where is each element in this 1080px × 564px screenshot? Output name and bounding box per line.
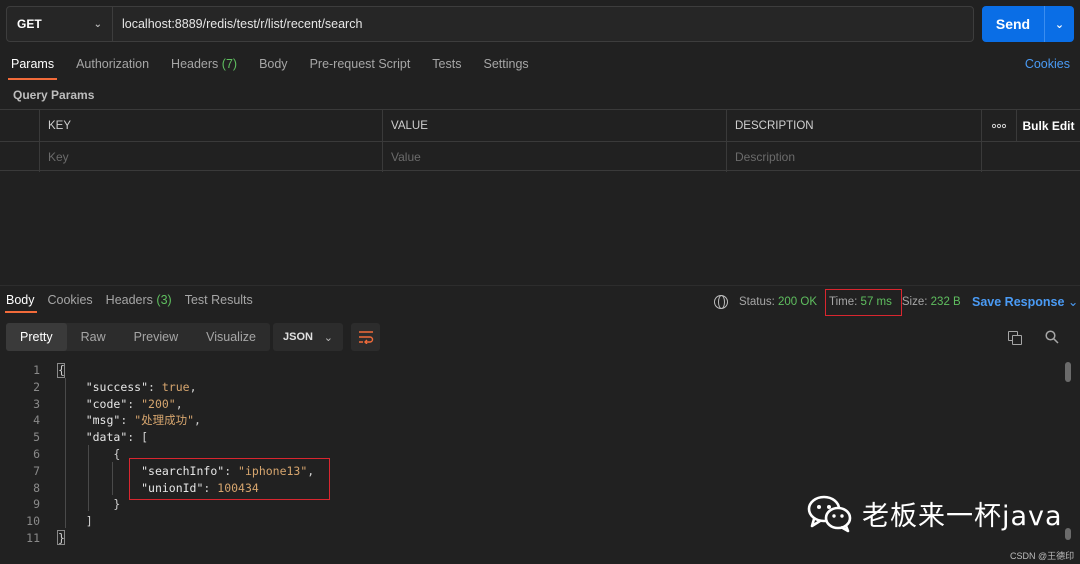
tab-authorization[interactable]: Authorization [65,50,160,80]
tab-response-headers[interactable]: Headers (3) [100,289,179,313]
scrollbar-thumb[interactable] [1065,528,1071,540]
cookies-link[interactable]: Cookies [1025,57,1070,71]
view-preview-button[interactable]: Preview [120,323,192,351]
chevron-down-icon: ⌄ [1067,295,1079,309]
table-row: Key Value Description [0,141,1080,172]
code-line: 5 "data": [ [33,430,149,445]
view-visualize-button[interactable]: Visualize [192,323,270,351]
view-pretty-button[interactable]: Pretty [6,323,67,351]
format-label: JSON [283,331,313,343]
tab-pre-request-script[interactable]: Pre-request Script [299,50,422,80]
send-button[interactable]: Send ⌄ [982,6,1074,42]
value-input[interactable]: Value [383,142,727,172]
headers-count-badge: (7) [221,57,238,71]
response-tabs: Body Cookies Headers (3) Test Results [0,289,260,313]
time-value[interactable]: 57 ms [861,296,892,308]
tab-response-cookies[interactable]: Cookies [42,289,100,313]
watermark: 老板来一杯java [806,493,1063,533]
status-value[interactable]: 200 OK [778,296,817,308]
tab-settings[interactable]: Settings [472,50,539,80]
tab-tests[interactable]: Tests [421,50,472,80]
send-button-label: Send [995,16,1031,32]
globe-icon[interactable] [714,295,728,309]
request-url-bar: GET ⌄ localhost:8889/redis/test/r/list/r… [6,6,974,42]
key-input[interactable]: Key [40,142,383,172]
size-value[interactable]: 232 B [931,296,961,308]
method-select[interactable]: GET ⌄ [7,7,113,41]
data-highlight-box [129,458,330,500]
params-table: KEY VALUE DESCRIPTION Bulk Edit Key Valu… [0,109,1080,172]
wrap-lines-icon [358,331,373,344]
tab-response-body[interactable]: Body [0,289,42,313]
response-headers-count-badge: (3) [156,293,172,307]
tab-params[interactable]: Params [0,50,65,80]
tab-body[interactable]: Body [248,50,299,80]
request-tabs: Params Authorization Headers (7) Body Pr… [0,50,1080,80]
size-label: Size: [901,296,928,308]
save-response-button[interactable]: Save Response ⌄ [972,294,1078,309]
watermark-credit: CSDN @王德印 [1010,551,1075,561]
code-line: 2 "success": true, [33,379,197,394]
code-line: 4 "msg": "处理成功", [33,413,201,428]
response-divider[interactable] [0,285,1080,286]
url-input[interactable]: localhost:8889/redis/test/r/list/recent/… [113,17,362,31]
description-input[interactable]: Description [727,142,982,172]
table-header-row: KEY VALUE DESCRIPTION Bulk Edit [0,110,1080,141]
tab-test-results[interactable]: Test Results [179,289,260,313]
search-icon[interactable] [1045,330,1059,344]
code-line: 3 "code": "200", [33,396,183,411]
code-line: 1{ [33,363,65,377]
watermark-text: 老板来一杯java [862,500,1063,532]
query-params-title: Query Params [13,88,95,102]
column-value: VALUE [383,110,727,141]
bulk-edit-button[interactable]: Bulk Edit [1017,110,1080,141]
column-key: KEY [40,110,383,141]
time-label: Time: [829,296,858,308]
tab-headers[interactable]: Headers (7) [160,50,248,80]
copy-icon[interactable] [1008,331,1022,345]
column-description: DESCRIPTION [727,110,982,141]
chevron-down-icon[interactable]: ⌄ [1044,6,1074,42]
chevron-down-icon: ⌄ [93,18,102,30]
time-highlight-box: Time: 57 ms [825,288,902,316]
chevron-down-icon: ⌄ [323,331,333,344]
response-stats: Status: 200 OK Time: 57 ms Size: 232 B [714,288,961,316]
wrap-lines-button[interactable] [351,323,380,351]
view-mode-group: Pretty Raw Preview Visualize [6,323,270,351]
view-raw-button[interactable]: Raw [67,323,120,351]
format-select[interactable]: JSON ⌄ [273,323,343,351]
wechat-logo-icon [807,495,852,533]
scrollbar-thumb[interactable] [1065,362,1071,382]
more-options-icon[interactable] [982,110,1017,141]
status-label: Status: [739,296,775,308]
method-label: GET [17,17,42,31]
